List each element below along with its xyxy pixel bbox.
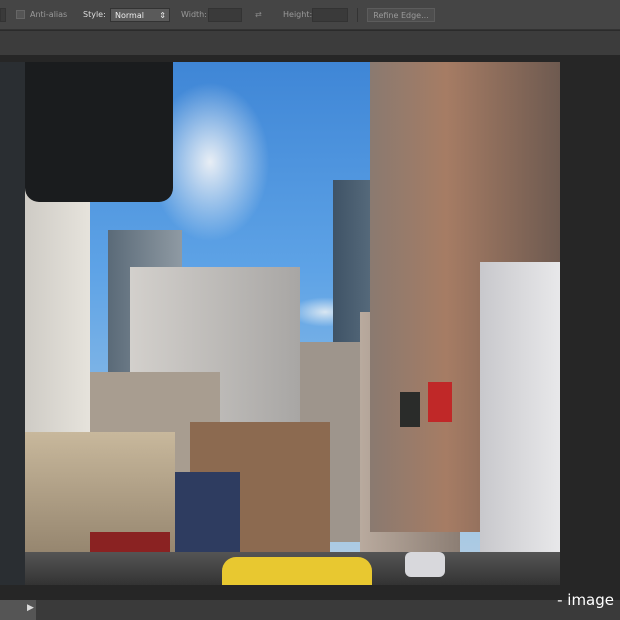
tool-preset-button[interactable] [0, 8, 6, 22]
options-bar: Anti-alias Style: Normal ⇕ Width: ⇄ Heigh… [0, 0, 620, 30]
play-arrow-icon[interactable]: ▶ [27, 603, 34, 613]
anti-alias-checkbox[interactable] [16, 10, 25, 19]
width-input[interactable] [208, 8, 242, 22]
anti-alias-label: Anti-alias [30, 10, 68, 19]
building-white [480, 262, 560, 562]
divider [357, 8, 358, 22]
tab-bar [0, 31, 620, 55]
sign [428, 382, 452, 422]
refine-edge-label: Refine Edge... [373, 11, 429, 20]
traffic-signal [25, 62, 173, 202]
height-input[interactable] [312, 8, 348, 22]
height-label: Height: [283, 10, 313, 19]
traffic-light [400, 392, 420, 427]
car [405, 552, 445, 577]
taxi [222, 557, 372, 585]
chevron-updown-icon: ⇕ [159, 11, 166, 20]
style-select[interactable]: Normal ⇕ [110, 8, 170, 22]
caption: - image [557, 591, 614, 609]
style-value: Normal [115, 11, 144, 20]
style-label: Style: [83, 10, 106, 19]
horizontal-scrollbar[interactable]: ▶ [0, 600, 620, 620]
building-blue [165, 472, 240, 552]
width-label: Width: [181, 10, 207, 19]
city-street-photo [0, 62, 560, 585]
refine-edge-button[interactable]: Refine Edge... [367, 8, 435, 22]
pole [0, 62, 25, 585]
swap-icon[interactable]: ⇄ [255, 8, 262, 22]
